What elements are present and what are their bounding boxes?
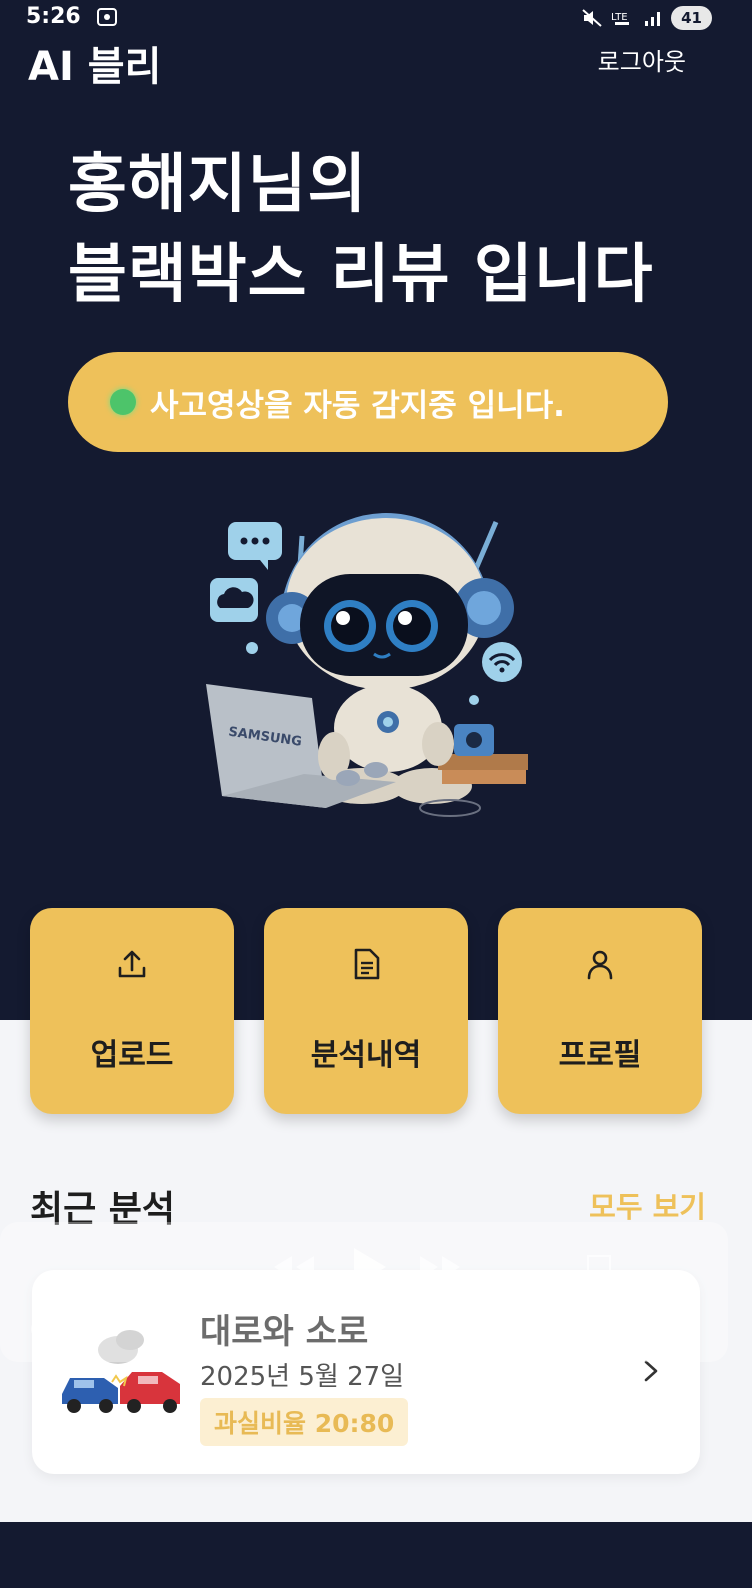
fullscreen-icon[interactable]: [584, 1252, 614, 1282]
lte-signal-icon: LTE: [611, 12, 630, 25]
play-icon[interactable]: [346, 1244, 392, 1290]
upload-icon: [118, 950, 146, 978]
bottom-bar: [0, 1522, 752, 1588]
profile-button[interactable]: 프로필: [498, 908, 702, 1114]
svg-text:LTE: LTE: [611, 12, 628, 23]
video-player-overlay[interactable]: 00:00 00:39: [0, 1222, 728, 1362]
detection-status-text: 사고영상을 자동 감지중 입니다.: [150, 387, 565, 424]
see-all-link[interactable]: 모두 보기: [589, 1184, 706, 1226]
fast-forward-icon[interactable]: [416, 1252, 466, 1282]
video-current-time: 00:00: [30, 1318, 91, 1342]
video-total-time: 00:39: [636, 1318, 697, 1342]
screen-record-icon: [97, 8, 117, 26]
upload-button[interactable]: 업로드: [30, 908, 234, 1114]
profile-label: 프로필: [558, 1038, 642, 1073]
greeting-line-2: 블랙박스 리뷰 입니다: [68, 238, 654, 312]
analysis-history-button[interactable]: 분석내역: [264, 908, 468, 1114]
upload-label: 업로드: [90, 1038, 174, 1073]
document-icon: [354, 948, 380, 980]
status-dot: [110, 389, 136, 415]
signal-bars-icon: [645, 12, 661, 26]
app-title: AI 블리: [28, 44, 162, 90]
status-time: 5:26: [26, 4, 81, 29]
detection-status-pill: 사고영상을 자동 감지중 입니다.: [68, 352, 668, 452]
chat-bubble-icon: [228, 522, 282, 570]
mute-icon: [582, 9, 602, 27]
robot-illustration: SAMSUNG: [206, 513, 528, 817]
battery-indicator: 41: [671, 6, 712, 30]
wifi-icon: [482, 642, 522, 682]
greeting-line-1: 홍해지님의: [68, 148, 368, 222]
status-bar: 5:26 LTE 41: [0, 0, 752, 36]
user-icon: [587, 950, 613, 980]
fault-ratio-badge: 과실비율 20:80: [200, 1398, 409, 1446]
quick-actions: 업로드 분석내역 프로필: [30, 908, 710, 1114]
rewind-icon[interactable]: [268, 1252, 318, 1282]
analysis-history-label: 분석내역: [310, 1038, 422, 1073]
page-title: 홍해지님의 블랙박스 리뷰 입니다: [68, 140, 708, 320]
cloud-icon: [210, 578, 258, 622]
logout-button[interactable]: 로그아웃: [598, 42, 686, 77]
